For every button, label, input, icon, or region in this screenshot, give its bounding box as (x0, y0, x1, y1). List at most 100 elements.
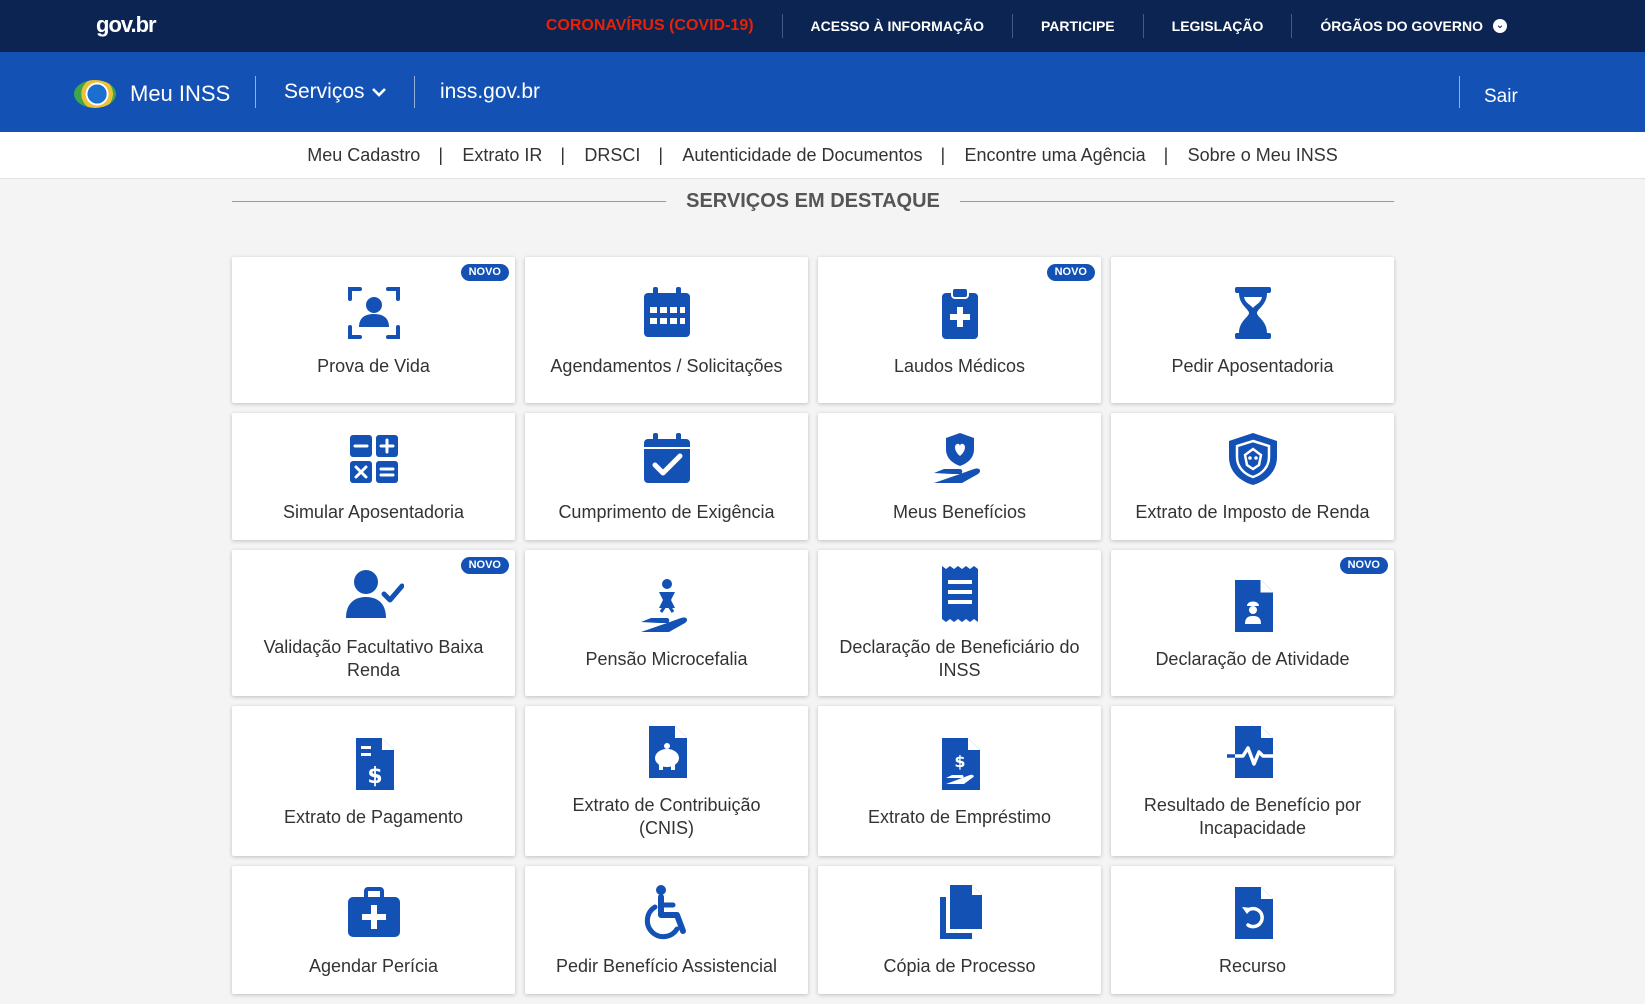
orgaos-governo-link[interactable]: ÓRGÃOS DO GOVERNO ⌄ (1291, 14, 1535, 38)
acesso-informacao-link[interactable]: ACESSO À INFORMAÇÃO (781, 14, 1012, 38)
hourglass-icon (1234, 286, 1271, 339)
health-document-icon (1226, 726, 1279, 778)
service-card-recurso[interactable]: Recurso (1111, 866, 1394, 994)
service-label: Cumprimento de Exigência (558, 502, 775, 522)
servicos-label: Serviços (284, 80, 365, 103)
app-header: Meu INSS Serviços inss.gov.br Sair (0, 52, 1645, 132)
payment-document-icon: $ (355, 737, 394, 790)
worker-document-icon (1234, 579, 1273, 632)
hand-shield-icon (933, 433, 980, 483)
calendar-check-icon (643, 433, 690, 483)
service-card-extrato-imposto-renda[interactable]: Extrato de Imposto de Renda (1111, 413, 1394, 540)
service-label: Pensão Microcefalia (585, 648, 748, 669)
service-label: Simular Aposentadoria (282, 502, 465, 522)
svg-text:$: $ (367, 764, 382, 789)
service-card-declaracao-beneficiario[interactable]: Declaração de Beneficiário do INSS (818, 550, 1101, 696)
undo-document-icon (1234, 886, 1273, 939)
nav-drsci[interactable]: DRSCI (560, 145, 661, 166)
service-label: Meus Benefícios (892, 502, 1027, 522)
meu-inss-brand[interactable]: Meu INSS (74, 74, 230, 114)
service-label: Pedir Benefício Assistencial (555, 955, 778, 976)
service-card-copia-processo[interactable]: Cópia de Processo (818, 866, 1101, 994)
divider-line (959, 200, 1394, 202)
service-label: Recurso (1218, 955, 1287, 976)
service-card-beneficio-assistencial[interactable]: Pedir Benefício Assistencial (525, 866, 808, 994)
service-label: Validação Facultativo Baixa Renda (263, 637, 484, 680)
service-card-resultado-incapacidade[interactable]: Resultado de Benefício por Incapacidade (1111, 706, 1394, 856)
service-card-declaracao-atividade[interactable]: NOVO Declaração de Atividade (1111, 550, 1394, 696)
service-card-extrato-emprestimo[interactable]: $ Extrato de Empréstimo (818, 706, 1101, 856)
covid-link[interactable]: CORONAVÍRUS (COVID-19) (518, 14, 782, 38)
calendar-icon (643, 286, 690, 337)
user-check-icon (345, 570, 404, 618)
calculator-icon (349, 435, 398, 483)
copy-documents-icon (939, 884, 982, 939)
receipt-icon (941, 566, 978, 622)
govbr-top-bar: gov.br CORONAVÍRUS (COVID-19) ACESSO À I… (0, 0, 1645, 52)
service-label: Laudos Médicos (893, 355, 1026, 376)
inss-logo-icon (74, 80, 116, 108)
nav-extrato-ir[interactable]: Extrato IR (438, 145, 563, 166)
service-card-prova-de-vida[interactable]: NOVO Prova de Vida (232, 257, 515, 403)
section-title: SERVIÇOS EM DESTAQUE (686, 189, 940, 212)
service-label: Extrato de Empréstimo (867, 806, 1052, 827)
services-grid: NOVO Prova de Vida Agendamentos / Solici… (232, 257, 1394, 1004)
svg-text:$: $ (954, 752, 965, 771)
govbr-logo[interactable]: gov.br (96, 12, 157, 38)
inss-site-link[interactable]: inss.gov.br (440, 80, 540, 104)
secondary-nav: Meu Cadastro Extrato IR DRSCI Autenticid… (0, 132, 1645, 179)
medical-kit-icon (347, 886, 400, 937)
service-label: Cópia de Processo (883, 955, 1036, 976)
service-card-extrato-contribuicao[interactable]: Extrato de Contribuição (CNIS) (525, 706, 808, 856)
divider-line (232, 200, 667, 202)
new-badge: NOVO (460, 264, 509, 281)
service-card-pensao-microcefalia[interactable]: Pensão Microcefalia (525, 550, 808, 696)
face-scan-icon (347, 286, 400, 339)
service-card-meus-beneficios[interactable]: Meus Benefícios (818, 413, 1101, 540)
brand-name: Meu INSS (130, 81, 231, 106)
nav-meu-cadastro[interactable]: Meu Cadastro (286, 145, 441, 166)
orgaos-governo-label: ÓRGÃOS DO GOVERNO (1320, 18, 1483, 34)
legislacao-link[interactable]: LEGISLAÇÃO (1142, 14, 1292, 38)
header-divider (1459, 76, 1460, 108)
header-divider (414, 76, 415, 108)
section-header: SERVIÇOS EM DESTAQUE (232, 186, 1394, 216)
service-label: Pedir Aposentadoria (1171, 355, 1334, 376)
service-label: Prova de Vida (317, 355, 430, 376)
service-card-agendamentos[interactable]: Agendamentos / Solicitações (525, 257, 808, 403)
service-label: Resultado de Benefício por Incapacidade (1143, 795, 1362, 838)
nav-sobre-meu-inss[interactable]: Sobre o Meu INSS (1164, 145, 1359, 166)
service-label: Agendar Perícia (308, 955, 439, 976)
service-card-validacao-facultativo[interactable]: NOVO Validação Facultativo Baixa Renda (232, 550, 515, 696)
clipboard-medical-icon (941, 286, 978, 339)
new-badge: NOVO (1339, 557, 1388, 574)
service-label: Agendamentos / Solicitações (550, 355, 783, 376)
new-badge: NOVO (1046, 264, 1095, 281)
service-label: Declaração de Beneficiário do INSS (839, 637, 1080, 680)
hand-child-icon (640, 578, 687, 632)
service-card-agendar-pericia[interactable]: Agendar Perícia (232, 866, 515, 994)
nav-autenticidade-documentos[interactable]: Autenticidade de Documentos (658, 145, 943, 166)
service-label: Extrato de Imposto de Renda (1135, 502, 1370, 522)
service-card-cumprimento-exigencia[interactable]: Cumprimento de Exigência (525, 413, 808, 540)
wheelchair-icon (644, 884, 686, 939)
service-card-laudos-medicos[interactable]: NOVO Laudos Médicos (818, 257, 1101, 403)
nav-encontre-agencia[interactable]: Encontre uma Agência (941, 145, 1167, 166)
service-card-extrato-pagamento[interactable]: $ Extrato de Pagamento (232, 706, 515, 856)
service-label: Declaração de Atividade (1155, 648, 1350, 669)
govbr-links: CORONAVÍRUS (COVID-19) ACESSO À INFORMAÇ… (518, 0, 1535, 52)
service-card-simular-aposentadoria[interactable]: Simular Aposentadoria (232, 413, 515, 540)
loan-document-icon: $ (941, 737, 980, 790)
lion-shield-icon (1228, 433, 1277, 485)
service-card-pedir-aposentadoria[interactable]: Pedir Aposentadoria (1111, 257, 1394, 403)
chevron-down-icon (371, 88, 386, 97)
service-label: Extrato de Pagamento (283, 806, 464, 827)
piggy-document-icon (648, 726, 687, 778)
service-label: Extrato de Contribuição (CNIS) (572, 795, 761, 838)
servicos-menu[interactable]: Serviços (284, 80, 387, 104)
chevron-down-icon[interactable]: ⌄ (1493, 19, 1507, 33)
participe-link[interactable]: PARTICIPE (1012, 14, 1143, 38)
header-divider (255, 76, 256, 108)
logout-button[interactable]: Sair (1484, 86, 1518, 108)
new-badge: NOVO (460, 557, 509, 574)
